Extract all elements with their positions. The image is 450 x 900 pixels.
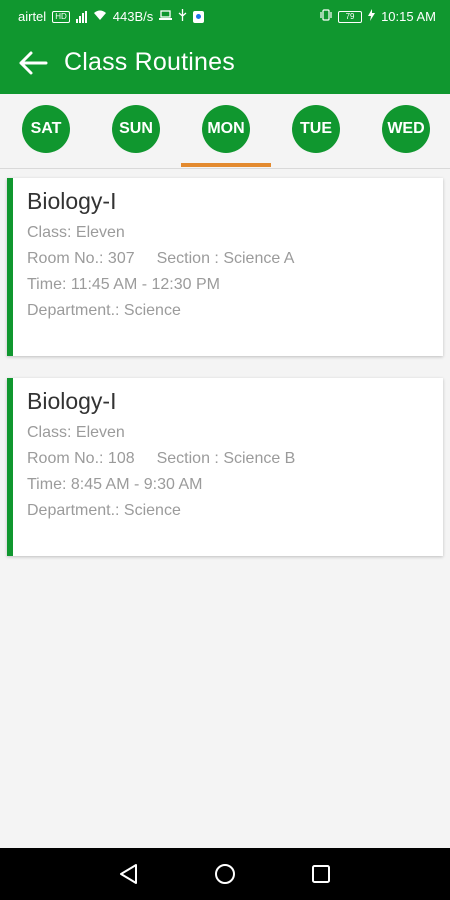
room-info: Room No.: 307 — [27, 250, 135, 267]
subject-title: Biology-I — [27, 188, 117, 214]
room-info: Room No.: 108 — [27, 450, 135, 467]
charging-icon — [368, 9, 376, 24]
routine-card[interactable]: Biology-I Class: Eleven Room No.: 108 Sec… — [7, 378, 443, 556]
room-section-row: Room No.: 307 Section : Science A — [27, 249, 429, 268]
selected-tab-indicator — [181, 163, 271, 167]
time-info: Time: 8:45 AM - 9:30 AM — [27, 476, 203, 493]
clock-time: 10:15 AM — [381, 9, 436, 24]
wifi-icon — [93, 10, 107, 24]
signal-icon — [75, 10, 87, 23]
triangle-back-icon — [120, 864, 137, 884]
usb-icon — [178, 9, 187, 24]
hd-badge: HD — [52, 10, 70, 23]
tab-tue[interactable]: TUE — [292, 105, 340, 153]
tab-sun[interactable]: SUN — [112, 105, 160, 153]
arrow-left-icon — [19, 51, 48, 75]
room-section-row: Room No.: 108 Section : Science B — [27, 449, 429, 468]
system-nav-bar — [0, 848, 450, 900]
nav-recents-button[interactable] — [308, 861, 334, 887]
carrier-name: airtel — [18, 9, 47, 24]
network-speed: 443B/s — [112, 9, 154, 24]
department-info: Department.: Science — [27, 502, 181, 519]
vibrate-icon — [320, 9, 332, 24]
status-right: 79 10:15 AM — [320, 9, 436, 24]
routine-card[interactable]: Biology-I Class: Eleven Room No.: 307 Sec… — [7, 178, 443, 356]
time-info: Time: 11:45 AM - 12:30 PM — [27, 276, 220, 293]
page-title: Class Routines — [64, 48, 235, 76]
nav-back-button[interactable] — [116, 861, 142, 887]
shield-icon — [193, 10, 205, 23]
subject-title: Biology-I — [27, 388, 117, 414]
tab-sat[interactable]: SAT — [22, 105, 70, 153]
status-bar: airtel HD 443B/s 79 10:15 AM — [0, 0, 450, 33]
back-button[interactable] — [18, 49, 48, 77]
department-info: Department.: Science — [27, 302, 181, 319]
battery-icon: 79 — [338, 10, 363, 23]
square-recents-icon — [312, 865, 330, 883]
laptop-icon — [159, 9, 173, 24]
nav-home-button[interactable] — [212, 861, 238, 887]
circle-home-icon — [215, 864, 235, 884]
status-left: airtel HD 443B/s — [18, 9, 205, 24]
class-info: Class: Eleven — [27, 424, 125, 441]
tab-mon[interactable]: MON — [202, 105, 250, 153]
class-info: Class: Eleven — [27, 224, 125, 241]
section-info: Section : Science B — [156, 450, 296, 467]
section-info: Section : Science A — [156, 250, 295, 267]
app-bar: Class Routines — [0, 33, 450, 94]
day-tabs: SAT SUN MON TUE WED — [0, 94, 450, 169]
tab-wed[interactable]: WED — [382, 105, 430, 153]
